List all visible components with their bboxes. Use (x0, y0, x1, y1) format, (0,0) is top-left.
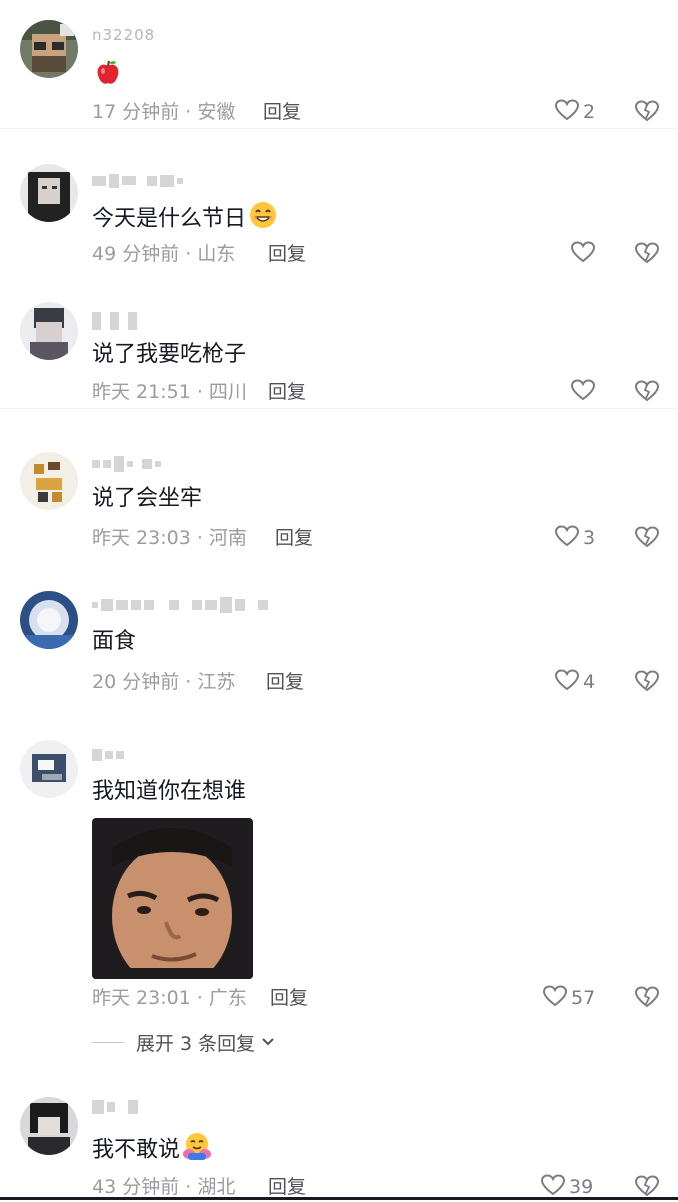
comment-text: 说了我要吃枪子 (92, 340, 246, 370)
avatar[interactable] (20, 452, 78, 510)
chevron-down-icon (261, 1037, 275, 1047)
username[interactable] (92, 454, 164, 472)
username[interactable] (92, 595, 271, 613)
like-button[interactable]: 3 (554, 523, 595, 553)
comment-text-content: 今天是什么节日 (92, 206, 247, 232)
avatar[interactable] (20, 302, 78, 360)
like-button[interactable]: 2 (554, 97, 595, 127)
grin-emoji-icon (248, 200, 278, 239)
comment-text-content: 说了会坐牢 (92, 486, 203, 511)
comment-item: 说了会坐牢 昨天 23:03 · 河南 回复 3 (0, 408, 678, 573)
broken-heart-icon[interactable] (634, 985, 660, 1011)
username[interactable] (92, 311, 140, 330)
like-count: 2 (583, 101, 596, 123)
comment-item: 我不敢说 43 分钟前 · 湖北 回复 39 (0, 1083, 678, 1198)
avatar[interactable] (20, 1097, 78, 1155)
broken-heart-icon[interactable] (634, 241, 660, 267)
comment-time-location: 20 分钟前 · 江苏 (92, 671, 236, 693)
comment-text (92, 58, 122, 95)
comment-item: 今天是什么节日 49 分钟前 · 山东 回复 (0, 128, 678, 278)
comment-text-content: 我知道你在想谁 (92, 779, 247, 804)
heart-icon (570, 240, 596, 268)
username[interactable]: n32208 (92, 26, 155, 44)
heart-icon (570, 378, 596, 406)
comment-time-location: 17 分钟前 · 安徽 (92, 101, 236, 123)
comment-text: 面食 (92, 627, 136, 657)
comment-text: 我知道你在想谁 (92, 777, 246, 807)
username[interactable] (92, 1097, 141, 1115)
like-count: 57 (571, 987, 596, 1009)
avatar[interactable] (20, 20, 78, 78)
like-button[interactable] (570, 377, 599, 407)
like-count: 39 (569, 1176, 594, 1198)
avatar[interactable] (20, 740, 78, 798)
broken-heart-icon[interactable] (634, 379, 660, 405)
comment-text: 说了会坐牢 (92, 484, 202, 514)
apple-emoji-icon (94, 58, 122, 95)
expand-replies-button[interactable]: 展开 3 条回复 (92, 1028, 275, 1056)
expand-divider-line (92, 1041, 124, 1043)
broken-heart-icon[interactable] (634, 99, 660, 125)
sticker-image[interactable] (92, 818, 253, 979)
comment-time-location: 昨天 23:03 · 河南 (92, 527, 247, 549)
comment-time-location: 昨天 21:51 · 四川 (92, 381, 247, 403)
reply-button[interactable]: 回复 (263, 99, 301, 125)
comment-text-content: 面食 (92, 629, 137, 654)
reply-button[interactable]: 回复 (270, 985, 308, 1011)
like-button[interactable]: 57 (542, 983, 595, 1013)
avatar[interactable] (20, 591, 78, 649)
comment-list: n32208 17 分钟前 · 安徽 回复 2 今天是什么节日 49 分钟前 ·… (0, 0, 678, 1200)
like-button[interactable] (570, 239, 599, 269)
comment-text-content: 我不敢说 (92, 1137, 181, 1163)
avatar[interactable] (20, 164, 78, 222)
reply-button[interactable]: 回复 (268, 379, 306, 405)
username[interactable] (92, 745, 127, 763)
comment-time-location: 49 分钟前 · 山东 (92, 243, 236, 265)
heart-icon (554, 524, 580, 552)
reply-button[interactable]: 回复 (268, 241, 306, 267)
heart-icon (554, 668, 580, 696)
broken-heart-icon[interactable] (634, 669, 660, 695)
comment-time-location: 昨天 23:01 · 广东 (92, 987, 247, 1009)
heart-icon (554, 98, 580, 126)
comment-text-content: 说了我要吃枪子 (92, 342, 247, 367)
broken-heart-icon[interactable] (634, 525, 660, 551)
heart-icon (542, 984, 568, 1012)
like-count: 4 (583, 671, 596, 693)
comment-text: 今天是什么节日 (92, 200, 278, 239)
reply-button[interactable]: 回复 (275, 525, 313, 551)
comment-item: 面食 20 分钟前 · 江苏 回复 4 (0, 573, 678, 713)
comment-item: n32208 17 分钟前 · 安徽 回复 2 (0, 0, 678, 128)
hug-emoji-icon (182, 1131, 212, 1170)
comment-text: 我不敢说 (92, 1131, 212, 1170)
like-count: 3 (583, 527, 596, 549)
comment-item: 说了我要吃枪子 昨天 21:51 · 四川 回复 (0, 278, 678, 408)
expand-replies-label: 展开 3 条回复 (136, 1032, 256, 1055)
username[interactable] (92, 171, 186, 189)
reply-button[interactable]: 回复 (266, 669, 304, 695)
like-button[interactable]: 4 (554, 667, 595, 697)
